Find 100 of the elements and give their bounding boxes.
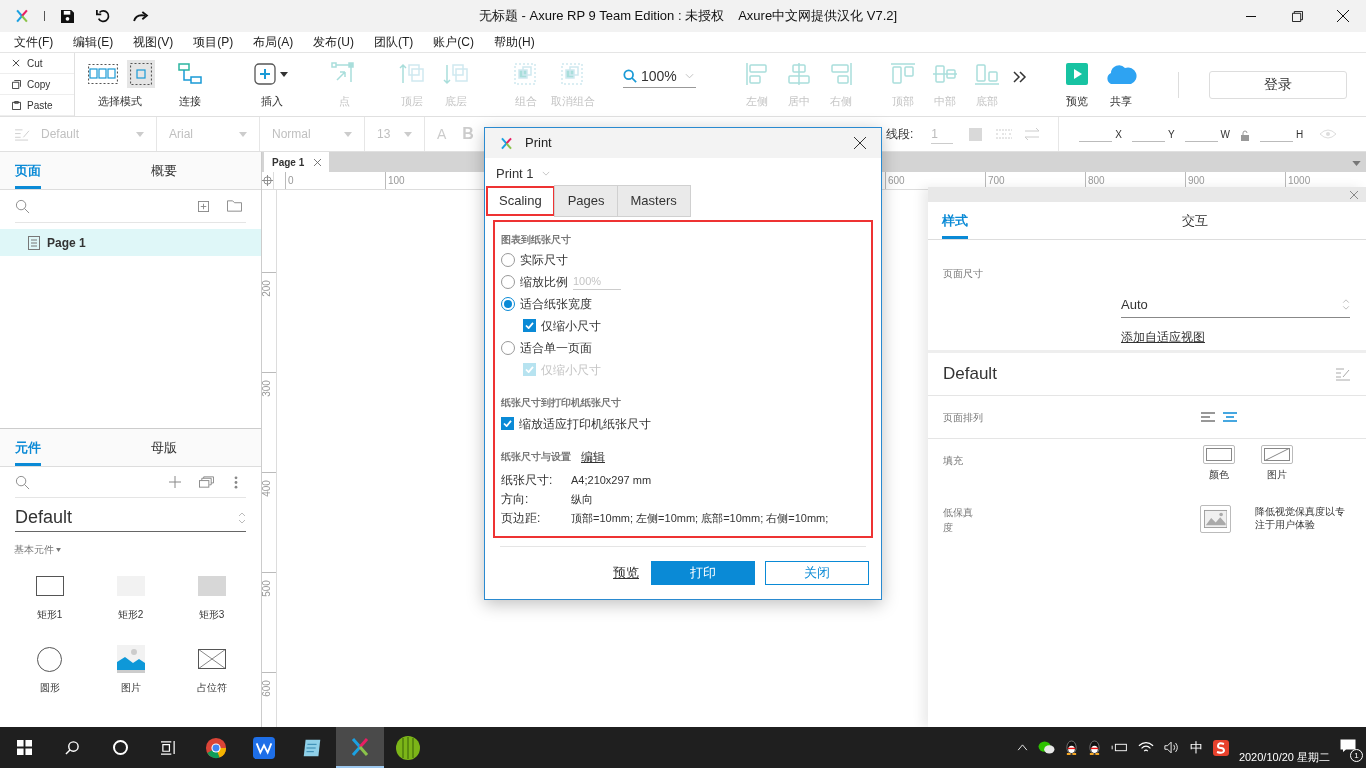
- page-size-dropdown[interactable]: Auto: [1121, 292, 1350, 318]
- insert-plus-icon: [254, 62, 290, 87]
- document-app-icon: [253, 736, 275, 759]
- widget-label[interactable]: 矩形2: [117, 607, 144, 622]
- checkbox[interactable]: [523, 319, 536, 332]
- input-method-indicator[interactable]: 中: [1189, 737, 1203, 758]
- crosshair-icon: [262, 175, 273, 186]
- inspector-tab[interactable]: 样式: [942, 202, 968, 239]
- coordinate-label: Y: [1167, 127, 1175, 142]
- ruler-label: 800: [1088, 174, 1105, 188]
- select-contain-button[interactable]: [127, 60, 155, 89]
- edit-link[interactable]: 编辑: [581, 447, 605, 466]
- widget-label[interactable]: 圆形: [39, 680, 60, 695]
- ruler-label: 600: [888, 174, 905, 188]
- notification-icon: [1340, 738, 1356, 753]
- menu-item[interactable]: 项目(P): [193, 33, 234, 51]
- menu-item[interactable]: 帮助(H): [494, 33, 535, 51]
- folder-icon: [227, 200, 242, 212]
- page-icon: [28, 235, 40, 250]
- section-label[interactable]: 基本元件: [14, 542, 54, 557]
- axure-logo-icon: [350, 736, 370, 757]
- clipboard-button[interactable]: Paste: [0, 95, 74, 116]
- search-icon: [64, 740, 80, 755]
- option-label[interactable]: 实际尺寸: [520, 250, 568, 269]
- caret-icon: [404, 131, 412, 137]
- radio-button[interactable]: [501, 274, 515, 289]
- play-icon: [1065, 63, 1088, 86]
- panel-tab[interactable]: 母版: [151, 429, 177, 466]
- panel-tab[interactable]: 元件: [15, 429, 41, 466]
- panel-tab[interactable]: 概要: [151, 152, 177, 189]
- option-label[interactable]: 适合单一页面: [520, 338, 592, 357]
- menu-item[interactable]: 编辑(E): [73, 33, 114, 51]
- chevron-down-icon: [541, 171, 550, 177]
- add-page-icon: [198, 200, 209, 212]
- dialog-tab[interactable]: Pages: [554, 185, 618, 216]
- caret-icon: [239, 131, 247, 137]
- preset-dropdown[interactable]: Print 1: [496, 164, 550, 184]
- clipboard-button[interactable]: Copy: [0, 74, 74, 95]
- volume-icon: [1163, 741, 1180, 754]
- chat-icon: [1037, 740, 1055, 755]
- menu-item[interactable]: 团队(T): [374, 33, 414, 51]
- toolbar-button[interactable]: 预览: [1055, 59, 1098, 110]
- caret-icon: [56, 547, 61, 552]
- document-tab[interactable]: Page 1: [264, 152, 330, 172]
- ruler-label: 300: [262, 380, 273, 397]
- radio-button[interactable]: [501, 296, 515, 311]
- zoom-field[interactable]: 100%: [623, 65, 696, 88]
- align-center-icon[interactable]: [1223, 412, 1237, 422]
- dialog-button[interactable]: 关闭: [765, 560, 869, 585]
- menu-item[interactable]: 发布(U): [313, 33, 354, 51]
- clock-date[interactable]: 2020/10/20 星期二: [1238, 748, 1330, 765]
- checkbox[interactable]: [501, 417, 514, 430]
- radio-button[interactable]: [501, 340, 515, 355]
- library-dropdown[interactable]: Default: [15, 504, 246, 532]
- page-list-item[interactable]: Page 1: [0, 229, 261, 256]
- dialog-tab[interactable]: Scaling: [486, 185, 555, 216]
- distribute-bottom-icon: [973, 62, 1000, 87]
- option-label[interactable]: 仅缩小尺寸: [541, 316, 601, 335]
- menu-item[interactable]: 布局(A): [253, 33, 294, 51]
- menu-item[interactable]: 文件(F): [14, 33, 54, 51]
- scissors-icon: [12, 58, 21, 68]
- login-button[interactable]: 登录: [1208, 70, 1347, 99]
- lofi-toggle-button[interactable]: [1200, 505, 1232, 533]
- coordinate-label: H: [1296, 127, 1304, 142]
- inspector-tab[interactable]: 交互: [1182, 202, 1208, 239]
- widget-label[interactable]: 矩形1: [36, 607, 63, 622]
- radio-button[interactable]: [501, 252, 515, 267]
- image-icon: [116, 645, 145, 673]
- penguin-icon: [1064, 740, 1078, 755]
- edit-style-icon: [1335, 367, 1351, 381]
- menu-item[interactable]: 视图(V): [133, 33, 174, 51]
- align-left-icon[interactable]: [1201, 412, 1215, 422]
- up-down-chevron-icon: [1342, 298, 1350, 311]
- info-label: 页边距:: [501, 510, 542, 527]
- dialog-tab[interactable]: Masters: [617, 185, 690, 216]
- widget-label[interactable]: 图片: [120, 680, 141, 695]
- cloud-icon: [1104, 63, 1137, 86]
- option-label[interactable]: 缩放适应打印机纸张尺寸: [519, 414, 651, 433]
- preview-link[interactable]: 预览: [611, 560, 641, 585]
- dialog-button[interactable]: 打印: [651, 560, 755, 585]
- up-down-chevron-icon: [238, 510, 246, 525]
- save-icon: [61, 9, 74, 23]
- toolbar-button[interactable]: 共享: [1099, 59, 1142, 110]
- panel-tab[interactable]: 页面: [15, 152, 41, 189]
- menu-item[interactable]: 账户(C): [433, 33, 474, 51]
- line-color-icon: [969, 127, 983, 141]
- adaptive-view-link[interactable]: 添加自适应视图: [1121, 328, 1205, 346]
- ruler-label: 600: [262, 680, 273, 697]
- toolbar-button[interactable]: 连接: [169, 59, 211, 110]
- option-label[interactable]: 缩放比例: [520, 272, 568, 291]
- option-label[interactable]: 适合纸张宽度: [520, 294, 592, 313]
- stack-icon: [199, 476, 214, 488]
- widget-label[interactable]: 矩形3: [198, 607, 225, 622]
- clipboard-button[interactable]: Cut: [0, 53, 74, 74]
- arrows-icon: [1024, 128, 1041, 140]
- widget-label[interactable]: 占位符: [196, 680, 227, 695]
- align-left-icon: [743, 62, 770, 87]
- scale-field[interactable]: 100%: [573, 272, 621, 291]
- clipboard-icon: [12, 100, 21, 110]
- toolbar-button[interactable]: 插入: [251, 59, 293, 110]
